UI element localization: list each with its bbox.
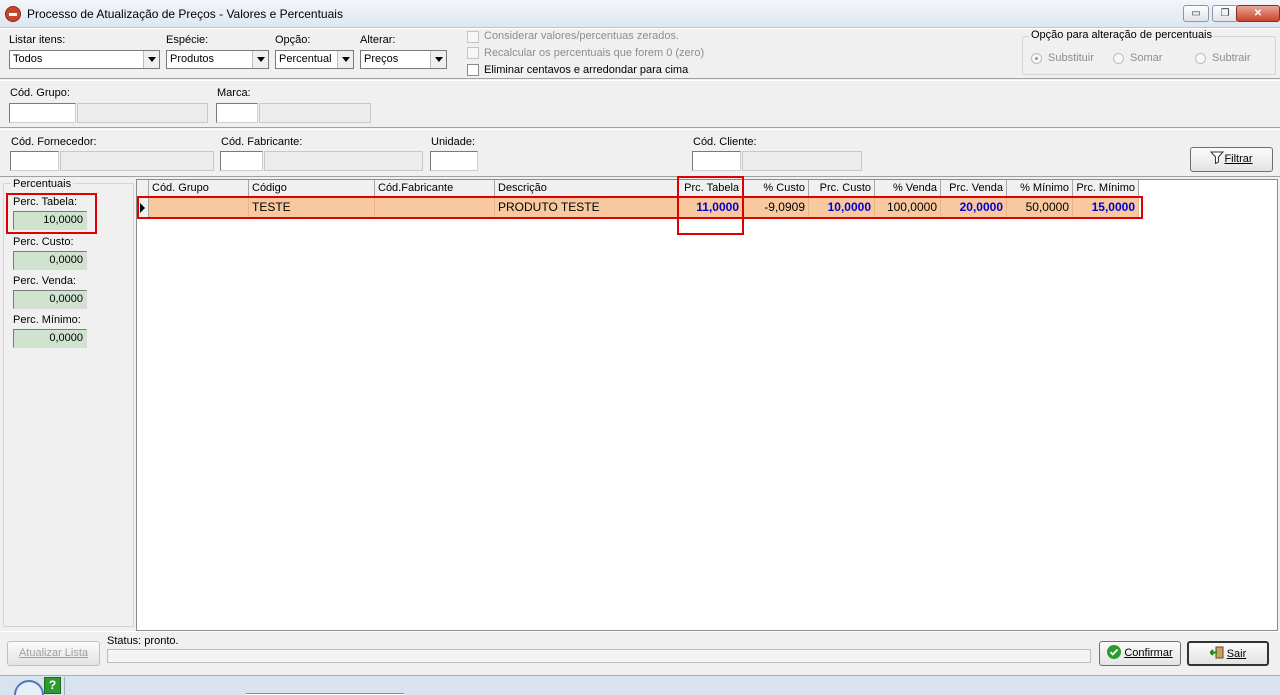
subtrair-radio[interactable] xyxy=(1195,53,1206,64)
perc-minimo-field[interactable]: 0,0000 xyxy=(13,329,87,348)
recalcular-checkbox[interactable] xyxy=(467,47,479,59)
alterar-value: Preços xyxy=(364,53,399,65)
bottom-strip: ? xyxy=(0,675,1280,695)
substituir-label: Substituir xyxy=(1048,52,1094,64)
opcao-label: Opção: xyxy=(275,34,311,46)
funnel-icon xyxy=(1210,150,1225,165)
marca-label: Marca: xyxy=(217,87,251,99)
listar-itens-select[interactable]: Todos xyxy=(9,50,160,69)
products-grid[interactable]: Cód. Grupo Código Cód.Fabricante Descriç… xyxy=(136,176,1278,631)
somar-label: Somar xyxy=(1130,52,1163,64)
perc-venda-field[interactable]: 0,0000 xyxy=(13,290,87,309)
cod-grupo-label: Cód. Grupo: xyxy=(10,87,70,99)
title-bar: Processo de Atualização de Preços - Valo… xyxy=(0,0,1280,28)
confirmar-button[interactable]: Confirmar xyxy=(1099,641,1181,666)
especie-label: Espécie: xyxy=(166,34,209,46)
percentuais-title: Percentuais xyxy=(11,178,74,190)
atualizar-lista-label: Atualizar Lista xyxy=(18,647,89,659)
unidade-label: Unidade: xyxy=(431,136,476,148)
eliminar-checkbox[interactable] xyxy=(467,64,479,76)
cod-fabricante-input[interactable] xyxy=(220,151,263,171)
perc-custo-label: Perc. Custo: xyxy=(13,236,74,248)
eliminar-label: Eliminar centavos e arredondar para cima xyxy=(484,64,689,76)
substituir-radio[interactable] xyxy=(1031,53,1042,64)
chevron-down-icon[interactable] xyxy=(143,51,159,68)
listar-itens-value: Todos xyxy=(13,53,43,65)
subtrair-label: Subtrair xyxy=(1212,52,1251,64)
listar-itens-label: Listar itens: xyxy=(9,34,66,46)
status-text: Status: pronto. xyxy=(107,635,179,647)
highlight-perc-tabela xyxy=(6,193,97,234)
confirmar-label: Confirmar xyxy=(1124,647,1173,659)
cod-fabricante-label: Cód. Fabricante: xyxy=(221,136,303,148)
fabricante-desc-field xyxy=(264,151,423,171)
start-orb-icon xyxy=(14,680,44,695)
alterar-label: Alterar: xyxy=(360,34,396,46)
grupo-desc-field xyxy=(77,103,208,123)
minimize-button[interactable]: ▭ xyxy=(1183,5,1209,22)
cod-fornecedor-label: Cód. Fornecedor: xyxy=(11,136,97,148)
opcao-select[interactable]: Percentual xyxy=(275,50,354,69)
especie-select[interactable]: Produtos xyxy=(166,50,269,69)
opcao-percentuais-title: Opção para alteração de percentuais xyxy=(1029,29,1215,41)
footer-panel: Atualizar Lista Status: pronto. Confirma… xyxy=(0,631,1280,675)
filter-panel: Listar itens: Todos Espécie: Produtos Op… xyxy=(0,28,1280,79)
highlight-row xyxy=(137,196,1143,219)
app-icon xyxy=(5,6,21,22)
group-brand-panel: Cód. Grupo: Marca: xyxy=(0,80,1280,128)
close-button[interactable]: ✕ xyxy=(1236,5,1280,22)
progress-bar xyxy=(107,649,1091,663)
marca-input[interactable] xyxy=(216,103,258,123)
considerar-label: Considerar valores/percentuas zerados. xyxy=(484,30,680,42)
alterar-select[interactable]: Preços xyxy=(360,50,447,69)
chevron-down-icon[interactable] xyxy=(252,51,268,68)
highlight-prc-tabela-column xyxy=(677,176,744,235)
perc-minimo-label: Perc. Mínimo: xyxy=(13,314,81,326)
check-icon xyxy=(1107,645,1122,659)
chevron-down-icon[interactable] xyxy=(430,51,446,68)
perc-venda-label: Perc. Venda: xyxy=(13,275,76,287)
fornecedor-desc-field xyxy=(60,151,214,171)
filtrar-label: Filtrar xyxy=(1224,153,1253,165)
cod-cliente-input[interactable] xyxy=(692,151,741,171)
cod-fornecedor-input[interactable] xyxy=(10,151,59,171)
especie-value: Produtos xyxy=(170,53,215,65)
supplier-panel: Cód. Fornecedor: Cód. Fabricante: Unidad… xyxy=(0,129,1280,177)
cod-cliente-label: Cód. Cliente: xyxy=(693,136,757,148)
cliente-desc-field xyxy=(742,151,862,171)
chevron-down-icon[interactable] xyxy=(337,51,353,68)
recalcular-label: Recalcular os percentuais que forem 0 (z… xyxy=(484,47,705,59)
help-icon[interactable]: ? xyxy=(44,677,61,694)
percentuais-group xyxy=(3,183,134,627)
considerar-checkbox[interactable] xyxy=(467,31,479,43)
restore-button[interactable]: ❐ xyxy=(1212,5,1238,22)
perc-custo-field[interactable]: 0,0000 xyxy=(13,251,87,270)
sair-label: Sair xyxy=(1226,648,1247,660)
somar-radio[interactable] xyxy=(1113,53,1124,64)
filtrar-button[interactable]: Filtrar xyxy=(1190,147,1273,172)
marca-desc-field xyxy=(259,103,371,123)
opcao-value: Percentual xyxy=(279,53,332,65)
exit-door-icon xyxy=(1208,645,1224,659)
unidade-input[interactable] xyxy=(430,151,478,171)
sair-button[interactable]: Sair xyxy=(1187,641,1269,666)
window-title: Processo de Atualização de Preços - Valo… xyxy=(27,7,343,21)
atualizar-lista-button[interactable]: Atualizar Lista xyxy=(7,641,100,666)
divider xyxy=(64,677,65,695)
cod-grupo-input[interactable] xyxy=(9,103,76,123)
